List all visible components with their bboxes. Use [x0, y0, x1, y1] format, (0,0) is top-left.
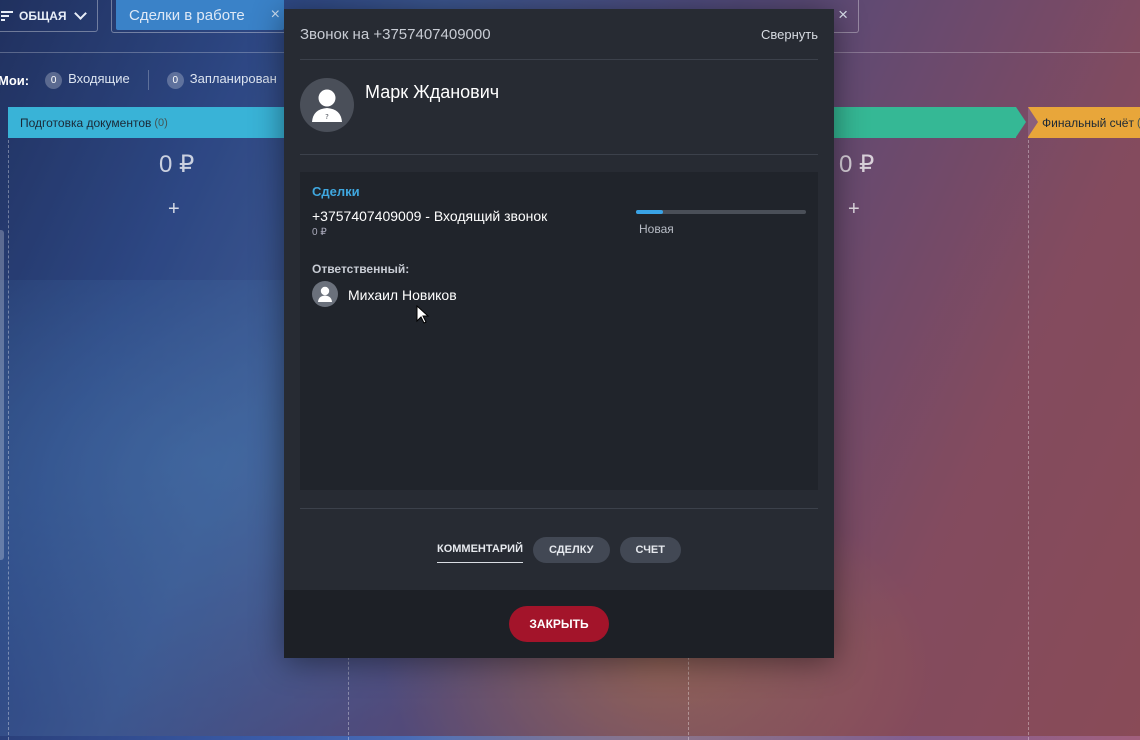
- responsible-name[interactable]: Михаил Новиков: [348, 287, 457, 303]
- counters-prefix: Мои:: [0, 72, 30, 88]
- column-sum: 0 ₽: [159, 151, 195, 178]
- modal-header: Звонок на +3757407409000 Свернуть: [300, 9, 818, 60]
- search-filter-tag[interactable]: Сделки в работе ×: [116, 0, 284, 30]
- close-icon[interactable]: ×: [271, 6, 280, 24]
- divider: [300, 508, 818, 509]
- deal-stage-label: Новая: [639, 222, 674, 236]
- comment-tab[interactable]: КОММЕНТАРИЙ: [437, 536, 523, 563]
- filter-label: ОБЩАЯ: [19, 8, 67, 23]
- counter-badge: 0: [45, 72, 63, 89]
- deal-title-link[interactable]: +3757407409009 - Входящий звонок: [312, 208, 547, 224]
- section-label: Сделки: [312, 184, 360, 199]
- stage-header[interactable]: Финальный счёт(: [1028, 107, 1140, 138]
- counter-label: Запланирован: [189, 71, 277, 86]
- divider: [147, 70, 149, 90]
- add-deal-button[interactable]: +: [848, 198, 860, 221]
- chevron-down-icon: [74, 7, 88, 20]
- create-invoice-button[interactable]: СЧЕТ: [619, 536, 681, 563]
- contact-name[interactable]: Марк Жданович: [365, 82, 499, 103]
- call-modal: Звонок на +3757407409000 Свернуть ? Марк…: [284, 9, 834, 658]
- counter-label: Входящие: [68, 71, 130, 86]
- search-filter-tag-label: Сделки в работе: [129, 6, 245, 24]
- column-sum: 0 ₽: [839, 151, 875, 178]
- deal-progress-bar: [636, 210, 806, 214]
- action-buttons: КОММЕНТАРИЙ СДЕЛКУ СЧЕТ: [284, 536, 834, 563]
- close-button[interactable]: ЗАКРЫТЬ: [509, 606, 609, 642]
- close-icon[interactable]: ×: [838, 5, 848, 25]
- column-divider: [8, 140, 9, 740]
- counter-incoming[interactable]: 0 Входящие: [45, 71, 130, 89]
- counters-bar: Мои: 0 Входящие 0 Запланирован: [0, 70, 277, 90]
- stage-header[interactable]: Подготовка документов (0): [8, 107, 300, 138]
- create-deal-button[interactable]: СДЕЛКУ: [533, 536, 610, 563]
- contact-section: ? Марк Жданович: [300, 59, 818, 155]
- column-divider: [1028, 140, 1029, 740]
- mouse-cursor-icon: [416, 305, 430, 324]
- deal-progress-fill: [636, 210, 664, 214]
- counter-planned[interactable]: 0 Запланирован: [166, 71, 277, 89]
- deals-panel: Сделки +3757407409009 - Входящий звонок …: [300, 172, 818, 490]
- stage-label: Подготовка документов: [20, 115, 152, 130]
- avatar: [312, 281, 338, 307]
- collapse-button[interactable]: Свернуть: [761, 27, 818, 42]
- modal-title: Звонок на +3757407409000: [300, 25, 491, 43]
- user-icon: [318, 286, 332, 302]
- scroll-handle[interactable]: [0, 230, 4, 560]
- user-icon: ?: [312, 89, 342, 122]
- modal-footer: ЗАКРЫТЬ: [284, 590, 834, 658]
- avatar: ?: [300, 78, 354, 132]
- stage-header[interactable]: [826, 107, 1026, 138]
- svg-text:?: ?: [325, 113, 329, 121]
- stage-count: (0): [154, 116, 168, 129]
- deal-amount: 0 ₽: [312, 227, 327, 238]
- responsible-label: Ответственный:: [312, 262, 410, 276]
- add-deal-button[interactable]: +: [168, 198, 180, 221]
- filter-button[interactable]: ОБЩАЯ: [0, 0, 98, 32]
- counter-badge: 0: [166, 72, 184, 89]
- stage-label: Финальный счёт: [1042, 115, 1134, 130]
- filter-icon: [1, 10, 13, 21]
